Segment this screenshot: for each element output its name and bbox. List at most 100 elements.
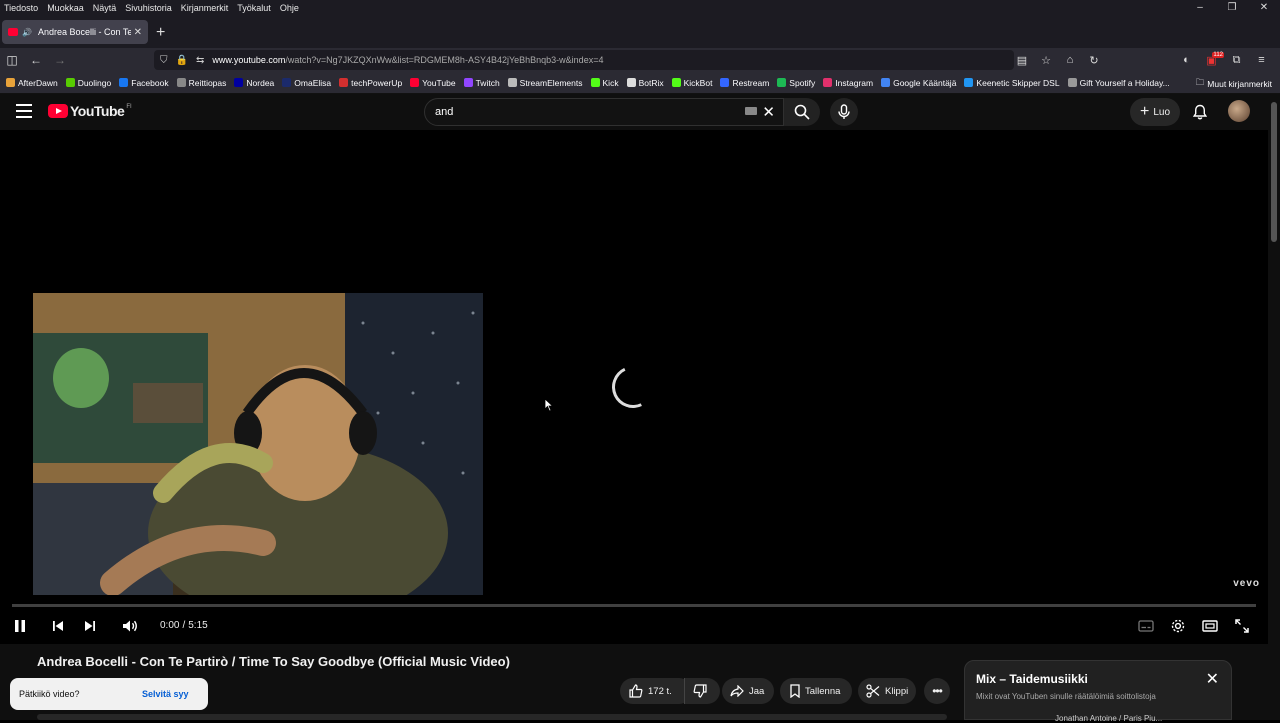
reader-view-icon[interactable]: ▤ (1010, 54, 1034, 67)
restore-icon[interactable]: ❐ (1216, 0, 1248, 16)
bookmark-item[interactable]: KickBot (671, 78, 712, 88)
voice-search-button[interactable] (830, 98, 858, 126)
progress-bar[interactable] (12, 604, 1256, 607)
menu-view[interactable]: Näytä (89, 3, 122, 13)
bookmark-item[interactable]: Restream (720, 78, 769, 88)
next-button[interactable] (80, 616, 100, 636)
like-button[interactable]: 172 t. (620, 678, 692, 704)
bookmark-label: Instagram (835, 77, 874, 88)
extensions-icon[interactable]: ⧉ (1224, 54, 1249, 67)
url-host-text: www.youtube.com (212, 55, 286, 65)
bookmark-item[interactable]: Twitch (463, 77, 500, 88)
guide-menu-icon[interactable] (16, 104, 32, 122)
bookmark-item[interactable]: Keenetic Skipper DSL (964, 78, 1060, 88)
menu-tools[interactable]: Työkalut (233, 3, 276, 13)
sidebar-toggle-icon[interactable]: ◫ (0, 53, 24, 67)
bookmark-favicon-icon (777, 78, 787, 87)
forward-icon[interactable]: → (48, 53, 72, 67)
minimize-icon[interactable]: – (1184, 0, 1216, 16)
search-button[interactable] (784, 98, 820, 126)
bookmark-item[interactable]: AfterDawn (6, 78, 58, 88)
shield-icon[interactable]: ⛉ (160, 55, 168, 66)
lock-icon[interactable]: 🔒 (176, 55, 188, 66)
pause-button[interactable] (10, 616, 30, 636)
speaker-icon[interactable]: 🔊 (22, 28, 32, 37)
search-input[interactable]: and ✕ (424, 98, 784, 126)
permissions-icon[interactable]: ⇆ (196, 55, 204, 66)
bookmark-item[interactable]: Nordea (234, 78, 274, 88)
bookmark-item[interactable]: Facebook (119, 78, 169, 88)
scrollbar-thumb[interactable] (1271, 102, 1277, 242)
tab-bar: 🔊 Andrea Bocelli - Con Te Part ✕ + (0, 16, 1280, 48)
webcam-overlay-image (33, 293, 483, 595)
bookmark-item[interactable]: BotRix (626, 78, 664, 88)
mix-subtitle: Mixit ovat YouTuben sinulle räätälöimiä … (976, 692, 1156, 701)
clip-button[interactable]: Klippi (858, 678, 916, 704)
other-bookmarks-label: Muut kirjanmerkit (1207, 79, 1272, 89)
time-display: 0:00/5:15 (160, 620, 208, 631)
save-button[interactable]: Tallenna (780, 678, 852, 704)
bookmark-item[interactable]: YouTube (410, 78, 456, 88)
bookmark-item[interactable]: Reittiopas (176, 77, 227, 88)
theater-mode-button[interactable] (1200, 616, 1220, 636)
browser-tab[interactable]: 🔊 Andrea Bocelli - Con Te Part ✕ (2, 20, 148, 44)
home-icon[interactable]: ⌂ (1058, 54, 1082, 66)
bookmark-item[interactable]: StreamElements (507, 77, 583, 88)
bookmark-label: Reittiopas (188, 77, 227, 88)
extension-dark-icon[interactable]: ◐ (1174, 54, 1199, 66)
close-window-icon[interactable]: ✕ (1248, 0, 1280, 16)
webcam-scene (33, 293, 483, 595)
mix-next-item[interactable]: Jonathan Antoine / Paris Piu... (1055, 714, 1162, 723)
bookmark-item[interactable]: Instagram (823, 78, 873, 88)
bookmark-item[interactable]: OmaElisa (282, 78, 331, 88)
bookmark-item[interactable]: Google Kääntäjä (881, 78, 956, 88)
more-actions-button[interactable]: ••• (924, 678, 950, 704)
close-tab-icon[interactable]: ✕ (134, 27, 142, 38)
thumbs-down-icon (693, 684, 707, 698)
bookmark-label: Restream (732, 77, 770, 88)
volume-button[interactable] (120, 616, 140, 636)
clear-search-icon[interactable]: ✕ (762, 103, 775, 121)
bookmark-item[interactable]: Gift Yourself a Holiday... (1067, 77, 1170, 88)
settings-button[interactable] (1168, 616, 1188, 636)
other-bookmarks[interactable]: 🗀 Muut kirjanmerkit (1196, 77, 1272, 91)
previous-button[interactable] (48, 616, 68, 636)
youtube-logo[interactable]: YouTube FI (48, 103, 132, 119)
bookmark-star-icon[interactable]: ☆ (1034, 54, 1058, 67)
bookmark-label: Twitch (475, 77, 500, 88)
bookmark-item[interactable]: techPowerUp (339, 78, 402, 88)
notifications-button[interactable] (1190, 102, 1210, 122)
bookmark-favicon-icon (6, 78, 15, 87)
address-bar[interactable]: ⛉ 🔒 ⇆ www.youtube.com/watch?v=Ng7JKZQXnW… (154, 50, 1014, 70)
close-mix-icon[interactable]: ✕ (1206, 669, 1219, 689)
keyboard-icon[interactable] (745, 107, 757, 115)
create-button[interactable]: + Luo (1130, 98, 1180, 126)
bookmark-item[interactable]: Spotify (777, 78, 815, 88)
bookmark-item[interactable]: Kick (590, 78, 619, 88)
fullscreen-button[interactable] (1232, 616, 1252, 636)
bookmark-icon (790, 684, 800, 698)
bookmark-favicon-icon (339, 78, 349, 87)
bookmark-label: Gift Yourself a Holiday... (1079, 77, 1170, 88)
bookmark-label: StreamElements (519, 77, 583, 88)
back-icon[interactable]: ← (24, 53, 48, 67)
app-menu-icon[interactable]: ≡ (1249, 54, 1274, 66)
subtitles-button[interactable] (1136, 616, 1156, 636)
avatar[interactable] (1228, 100, 1250, 122)
extension-badge-icon[interactable]: ▣ 112 (1199, 51, 1224, 67)
menu-file[interactable]: Tiedosto (0, 3, 43, 13)
time-total: 5:15 (188, 620, 208, 631)
bookmark-item[interactable]: Duolingo (65, 78, 111, 88)
page-scrollbar[interactable] (1268, 94, 1280, 720)
menu-edit[interactable]: Muokkaa (43, 3, 89, 13)
menu-history[interactable]: Sivuhistoria (121, 3, 177, 13)
dislike-button[interactable] (684, 678, 720, 704)
toast-action-button[interactable]: Selvitä syy (142, 689, 189, 699)
menu-bookmarks[interactable]: Kirjanmerkit (177, 3, 234, 13)
share-button[interactable]: Jaa (722, 678, 774, 704)
video-player[interactable]: vevo 0:00/5:15 (0, 130, 1268, 644)
bookmark-favicon-icon (507, 78, 517, 87)
menu-help[interactable]: Ohje (276, 3, 304, 13)
new-tab-icon[interactable]: + (156, 24, 165, 42)
reload-icon[interactable]: ↻ (1082, 54, 1106, 67)
